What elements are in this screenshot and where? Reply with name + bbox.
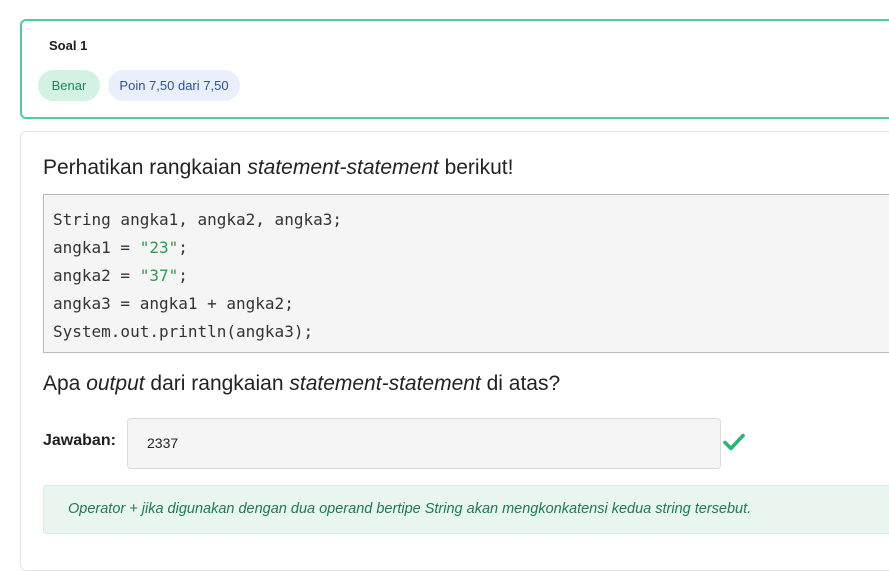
code-string-literal: "23" [139, 238, 179, 257]
answer-label: Jawaban: [43, 432, 116, 449]
answer-input[interactable]: 2337 [127, 418, 721, 469]
code-line: System.out.println(angka3); [53, 318, 889, 346]
code-text: angka2 = [53, 266, 140, 285]
ask-middle: dari rangkaian [144, 372, 290, 395]
code-text: System.out.println(angka3); [53, 322, 314, 341]
prompt-prefix: Perhatikan rangkaian [43, 156, 248, 179]
question-prompt: Perhatikan rangkaian statement-statement… [43, 156, 513, 180]
code-block: String angka1, angka2, angka3; angka1 = "… [43, 194, 889, 353]
points-badge: Poin 7,50 dari 7,50 [108, 70, 240, 101]
ask-emphasis-output: output [86, 372, 145, 395]
code-line: angka1 = "23"; [53, 234, 889, 262]
code-text: String angka1, angka2, angka3; [53, 210, 342, 229]
prompt-emphasis: statement-statement [247, 156, 439, 179]
status-badge: Benar [38, 70, 100, 101]
feedback-box: Operator + jika digunakan dengan dua ope… [43, 485, 889, 534]
question-info-card: Soal 1 Benar Poin 7,50 dari 7,50 [20, 19, 889, 119]
ask-suffix: di atas? [480, 372, 561, 395]
code-string-literal: "37" [139, 266, 179, 285]
code-text: angka3 = angka1 + angka2; [53, 294, 294, 313]
question-number: Soal 1 [49, 38, 88, 53]
prompt-suffix: berikut! [438, 156, 514, 179]
ask-prefix: Apa [43, 372, 87, 395]
question-card: Perhatikan rangkaian statement-statement… [20, 131, 889, 571]
check-icon [723, 433, 745, 451]
ask-emphasis-statement: statement-statement [289, 372, 481, 395]
code-text: ; [178, 266, 188, 285]
code-line: String angka1, angka2, angka3; [53, 206, 889, 234]
code-text: ; [178, 238, 188, 257]
question-ask: Apa output dari rangkaian statement-stat… [43, 372, 560, 396]
code-text: angka1 = [53, 238, 140, 257]
code-line: angka2 = "37"; [53, 262, 889, 290]
code-line: angka3 = angka1 + angka2; [53, 290, 889, 318]
